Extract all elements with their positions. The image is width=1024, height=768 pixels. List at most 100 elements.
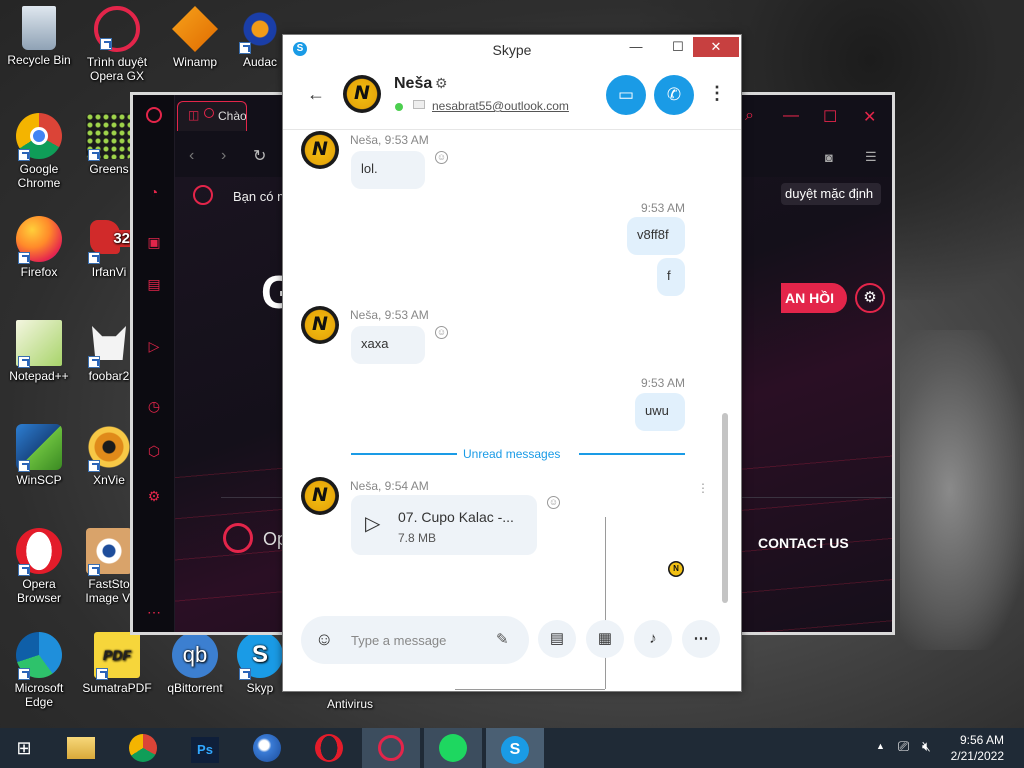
shortcut-arrow-icon: [88, 252, 100, 264]
desktop-icon-opera-gx[interactable]: Trình duyệt Opera GX: [79, 6, 155, 83]
camera-icon[interactable]: ◙: [825, 150, 833, 165]
microphone-button[interactable]: ♪: [634, 620, 672, 658]
desktop-icon-label: XnVie: [93, 473, 125, 487]
chrome-icon: [16, 113, 62, 161]
skype-minimize-button[interactable]: —: [621, 37, 651, 57]
desktop-icon-winscp[interactable]: WinSCP: [1, 424, 77, 487]
search-icon[interactable]: ⌕: [745, 107, 754, 125]
twitch-icon[interactable]: ▤: [145, 275, 163, 293]
tray-chevron-icon[interactable]: ▲: [876, 741, 885, 751]
back-arrow-icon[interactable]: ←: [307, 84, 325, 105]
desktop-icon-winamp[interactable]: Winamp: [157, 6, 233, 69]
shortcut-arrow-icon: [100, 38, 112, 50]
maximize-icon[interactable]: ☐: [823, 107, 837, 127]
desktop-icon-sumatrapdf[interactable]: PDF SumatraPDF: [79, 632, 155, 695]
volume-muted-icon[interactable]: 🔇︎: [922, 738, 931, 755]
desktop-icon-antivirus[interactable]: Antivirus: [312, 697, 388, 711]
desktop-icon-notepad-plus-plus[interactable]: Notepad++: [1, 320, 77, 383]
system-clock[interactable]: 9:56 AM 2/21/2022: [951, 732, 1004, 764]
minimize-icon[interactable]: —: [783, 107, 799, 125]
hero-settings-icon[interactable]: ⚙: [855, 283, 885, 313]
contact-avatar[interactable]: N: [343, 75, 381, 113]
message-bubble[interactable]: xaxa: [351, 326, 425, 364]
taskbar: ⊞ Ps S ▲ ⎚ 🔇︎ 9:56 AM 2/21/2022: [0, 728, 1024, 768]
chat-scrollbar[interactable]: [722, 413, 728, 603]
file-attachment[interactable]: ▷ 07. Cupo Kalac -... 7.8 MB: [351, 495, 537, 555]
forward-icon[interactable]: ›: [221, 147, 226, 165]
contact-email-link[interactable]: nesabrat55@outlook.com: [432, 99, 569, 113]
photoshop-icon: Ps: [191, 737, 219, 763]
desktop-icon-recycle-bin[interactable]: Recycle Bin: [1, 6, 77, 67]
feedback-button[interactable]: AN HỒI: [781, 283, 847, 313]
play-icon[interactable]: ▷: [365, 511, 380, 536]
network-icon[interactable]: ⎚: [898, 738, 909, 755]
player-icon[interactable]: ▷: [145, 337, 163, 355]
read-receipt-avatar: N: [668, 561, 684, 577]
message-avatar[interactable]: N: [301, 477, 339, 515]
message-avatar[interactable]: N: [301, 131, 339, 169]
shortcut-arrow-icon: [96, 668, 108, 680]
message-input[interactable]: Type a message: [351, 633, 446, 648]
close-icon[interactable]: ✕: [863, 107, 876, 127]
desktop-icon-label: WinSCP: [16, 473, 62, 487]
desktop-icon-google-chrome[interactable]: Google Chrome: [1, 113, 77, 190]
message-avatar[interactable]: N: [301, 306, 339, 344]
opera-gx-tab[interactable]: ◫ Chào mừ: [177, 101, 247, 131]
start-button[interactable]: ⊞: [0, 728, 48, 768]
message-composer[interactable]: ☺ Type a message ✎: [301, 616, 529, 664]
taskbar-opera[interactable]: [300, 728, 358, 768]
skype-close-button[interactable]: ✕: [693, 37, 739, 57]
cube-icon[interactable]: ⬡: [145, 442, 163, 460]
message-menu-icon[interactable]: ⋮: [697, 481, 709, 495]
desktop-icon-firefox[interactable]: Firefox: [1, 216, 77, 279]
reload-icon[interactable]: ↻: [253, 146, 266, 166]
react-smiley-icon[interactable]: ☺: [547, 496, 560, 509]
opera-icon: [16, 528, 62, 576]
contact-name[interactable]: Neša: [394, 75, 432, 93]
history-icon[interactable]: ◷: [145, 397, 163, 415]
message-bubble[interactable]: lol.: [351, 151, 425, 189]
attach-file-button[interactable]: ▤: [538, 620, 576, 658]
taskbar-photoshop[interactable]: Ps: [176, 728, 234, 768]
shortcut-arrow-icon: [18, 252, 30, 264]
contact-us-link[interactable]: CONTACT US: [758, 535, 849, 551]
more-composer-options-button[interactable]: ⋯: [682, 620, 720, 658]
message-bubble[interactable]: f: [657, 258, 685, 296]
more-options-icon[interactable]: ⋮: [708, 83, 726, 104]
taskbar-thunderbird[interactable]: [238, 728, 296, 768]
contact-card-button[interactable]: ▦: [586, 620, 624, 658]
back-icon[interactable]: ‹: [189, 147, 194, 165]
emoji-icon[interactable]: ☺: [315, 629, 333, 650]
desktop-icon-qbittorrent[interactable]: qb qBittorrent: [157, 632, 233, 695]
settings-gear-icon[interactable]: ⚙: [145, 487, 163, 505]
audio-call-button[interactable]: ✆: [654, 75, 694, 115]
message-bubble[interactable]: v8ff8f: [627, 217, 685, 255]
skype-icon: S: [237, 632, 283, 680]
video-call-button[interactable]: ▭: [606, 75, 646, 115]
easy-setup-icon[interactable]: ☰: [865, 149, 877, 165]
more-dots-icon[interactable]: ⋯: [145, 603, 163, 621]
firefox-icon: [16, 216, 62, 264]
message-meta: Neša, 9:53 AM: [350, 133, 429, 147]
react-smiley-icon[interactable]: ☺: [435, 326, 448, 339]
notepad-plus-plus-icon: [16, 320, 62, 368]
taskbar-spotify[interactable]: [424, 728, 482, 768]
speed-dial-icon[interactable]: ◔: [145, 183, 163, 201]
skype-maximize-button[interactable]: ☐: [663, 37, 693, 57]
taskbar-skype[interactable]: S: [486, 728, 544, 768]
desktop-icon-audacity[interactable]: Audac: [235, 6, 285, 69]
desktop-icon-microsoft-edge[interactable]: Microsoft Edge: [1, 632, 77, 709]
set-default-button[interactable]: duyệt mặc định: [781, 183, 881, 205]
desktop-icon-opera-browser[interactable]: Opera Browser: [1, 528, 77, 605]
bag-icon[interactable]: ▣: [145, 233, 163, 251]
contact-settings-gear-icon[interactable]: ⚙: [435, 75, 448, 92]
opera-logo-icon[interactable]: [146, 107, 162, 123]
format-pen-icon[interactable]: ✎: [496, 630, 509, 648]
taskbar-file-explorer[interactable]: [52, 728, 110, 768]
taskbar-chrome[interactable]: [114, 728, 172, 768]
taskbar-opera-gx[interactable]: [362, 728, 420, 768]
message-bubble[interactable]: uwu: [635, 393, 685, 431]
react-smiley-icon[interactable]: ☺: [435, 151, 448, 164]
desktop-icon-skype[interactable]: S Skyp: [235, 632, 285, 695]
skype-window[interactable]: S Skype — ☐ ✕ ← N Neša ⚙ nesabrat55@outl…: [282, 34, 742, 692]
